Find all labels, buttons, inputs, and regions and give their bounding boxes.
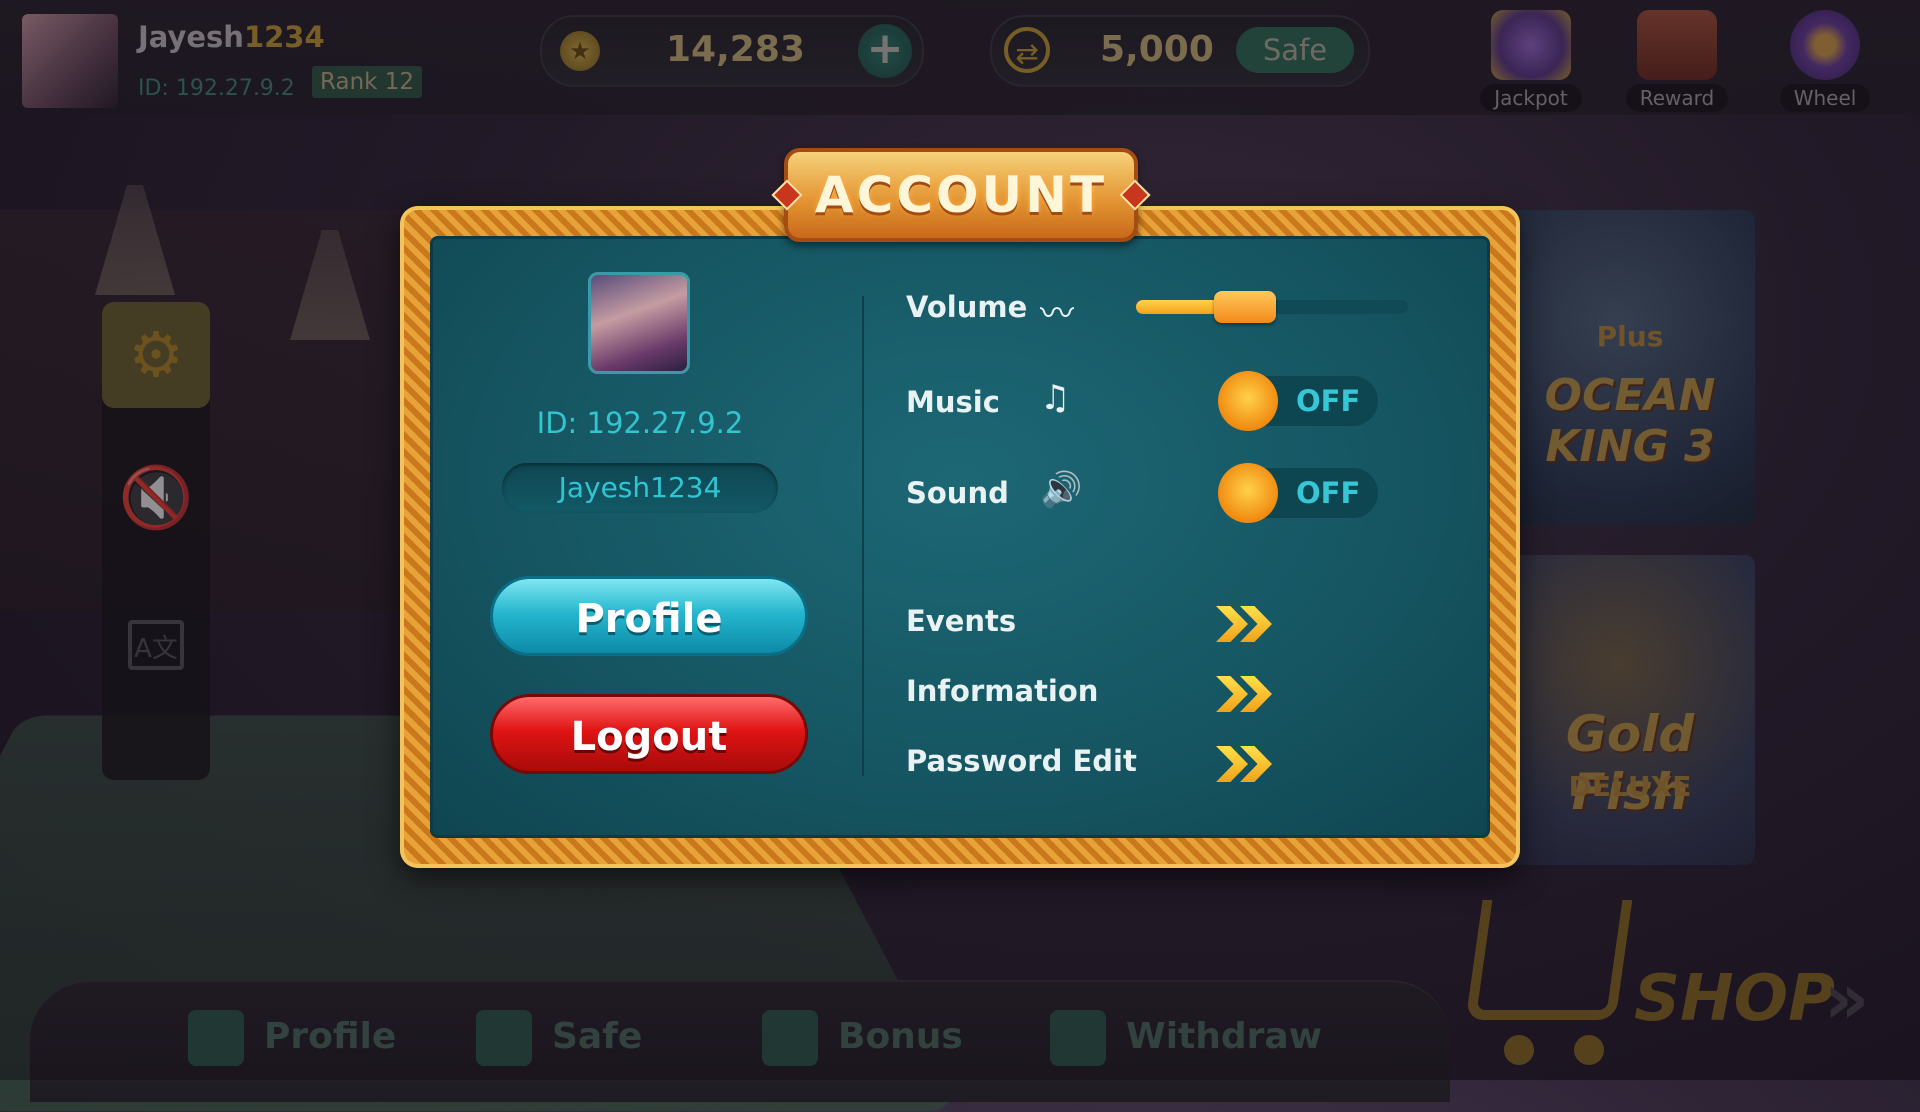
chevron-double-right-icon[interactable] xyxy=(1216,672,1278,716)
events-link[interactable]: Events xyxy=(906,604,1016,638)
logout-button[interactable]: Logout xyxy=(490,694,808,774)
chevron-double-right-icon[interactable] xyxy=(1216,602,1278,646)
toggle-knob xyxy=(1218,463,1278,523)
profile-button[interactable]: Profile xyxy=(490,576,808,656)
chevron-double-right-icon[interactable] xyxy=(1216,742,1278,786)
music-note-icon: ♫ xyxy=(1040,378,1071,418)
music-label: Music xyxy=(906,385,1000,419)
speaker-icon: 🔊 xyxy=(1040,470,1083,510)
avatar[interactable] xyxy=(588,272,690,374)
sound-label: Sound xyxy=(906,476,1009,510)
toggle-knob xyxy=(1218,371,1278,431)
modal-title: ACCOUNT xyxy=(814,166,1108,224)
volume-slider[interactable] xyxy=(1136,291,1408,323)
information-link[interactable]: Information xyxy=(906,674,1098,708)
divider xyxy=(862,296,864,776)
sound-state: OFF xyxy=(1296,476,1361,510)
user-id: ID: 192.27.9.2 xyxy=(536,406,744,440)
sound-toggle[interactable]: OFF xyxy=(1218,463,1378,523)
modal-title-plate: ACCOUNT xyxy=(784,148,1138,242)
volume-slider-handle[interactable] xyxy=(1213,291,1276,323)
volume-label: Volume xyxy=(906,290,1028,324)
password-edit-link[interactable]: Password Edit xyxy=(906,744,1137,778)
music-state: OFF xyxy=(1296,384,1361,418)
audio-wave-icon: 〰 xyxy=(1040,294,1074,334)
username-field: Jayesh1234 xyxy=(502,463,778,513)
music-toggle[interactable]: OFF xyxy=(1218,371,1378,431)
username: Jayesh1234 xyxy=(558,471,722,504)
